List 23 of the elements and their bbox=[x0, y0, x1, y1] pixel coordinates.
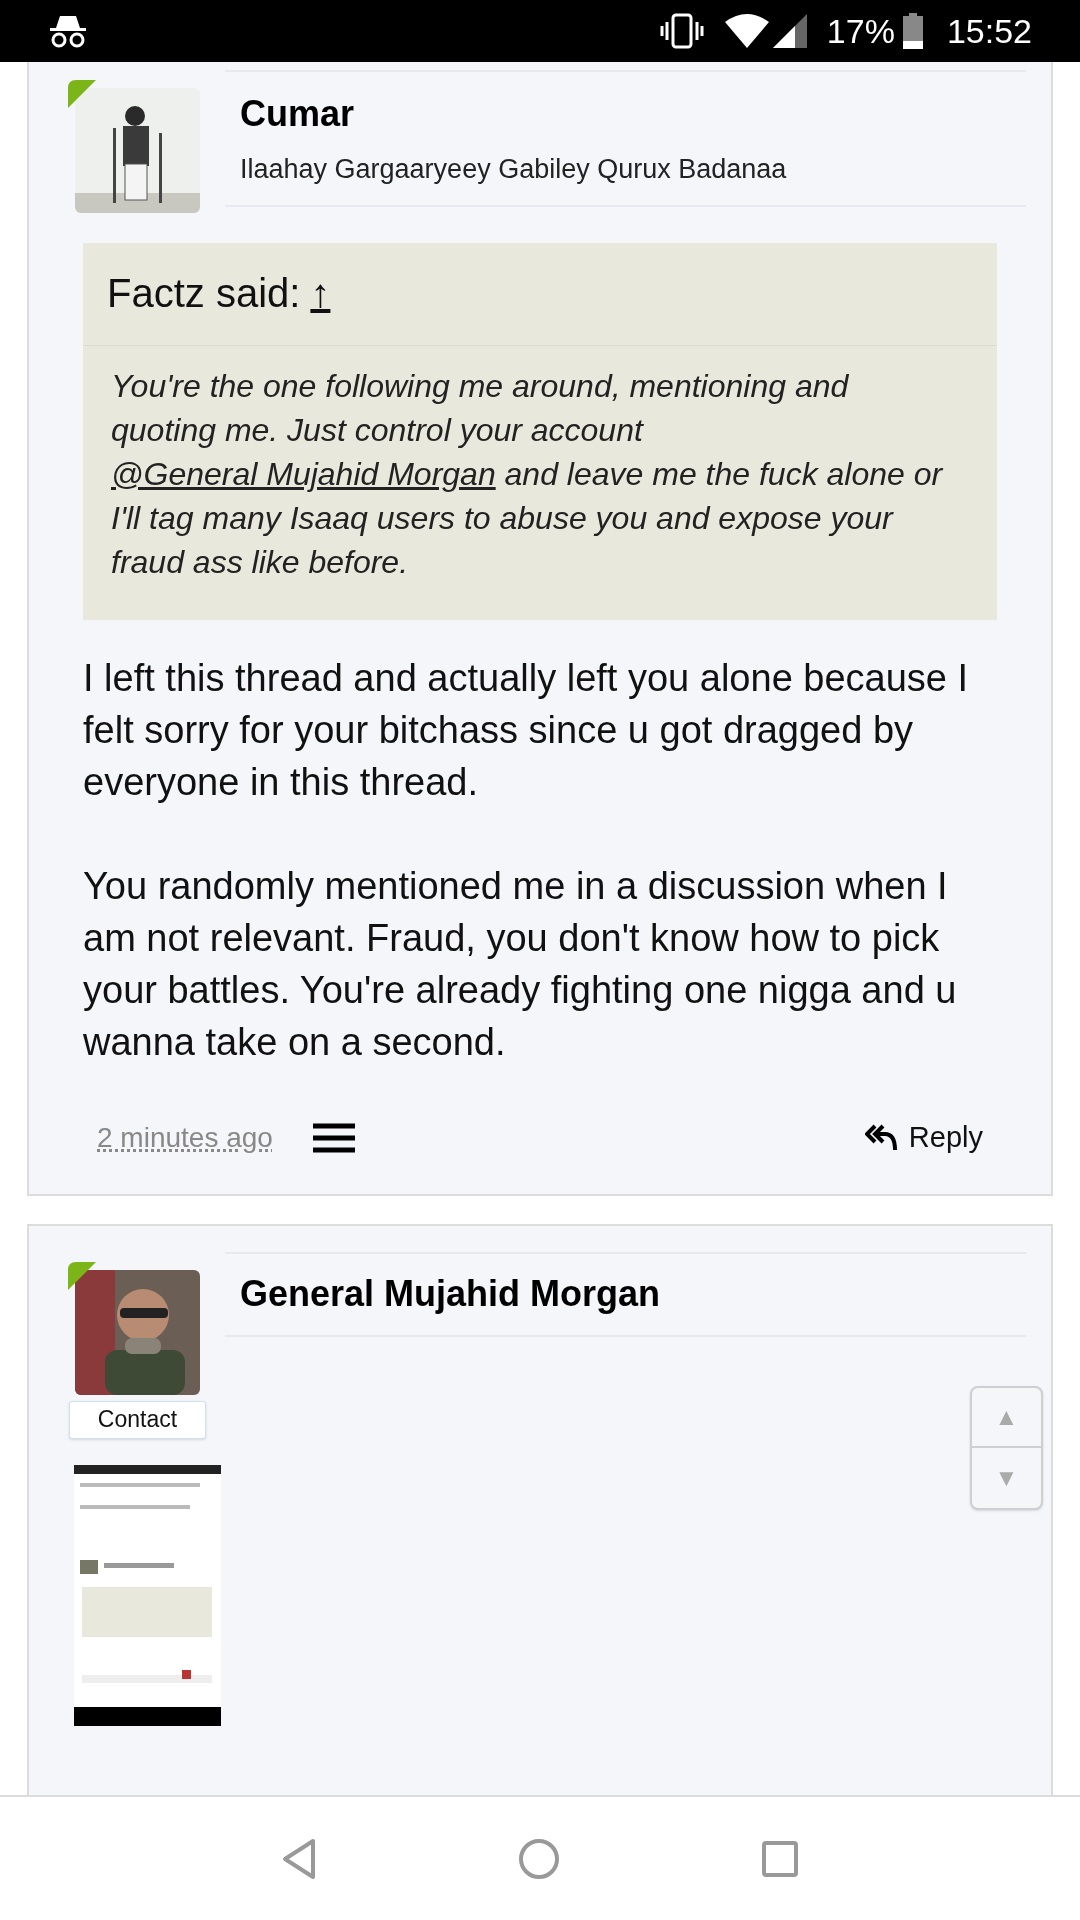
quote-author: Factz said: bbox=[107, 270, 301, 317]
contact-button[interactable]: Contact bbox=[69, 1400, 206, 1439]
reply-button[interactable]: Reply bbox=[864, 1116, 983, 1160]
reply-icon bbox=[864, 1123, 897, 1152]
recents-icon[interactable] bbox=[761, 1839, 800, 1878]
clock: 15:52 bbox=[946, 10, 1032, 52]
signal-icon bbox=[772, 14, 807, 48]
menu-icon[interactable] bbox=[312, 1122, 355, 1153]
back-icon[interactable] bbox=[280, 1837, 317, 1880]
mention-link[interactable]: @General Mujahid Morgan bbox=[111, 456, 496, 492]
post-text: You randomly mentioned me in a discussion when I am not relevant. Fraud, you don't know how to pick your battles. You're already fighting one nigga and u wanna take on a second. bbox=[83, 864, 958, 1065]
battery-percentage: 17% bbox=[826, 10, 895, 52]
author-title: Ilaahay Gargaaryeey Gabiley Qurux Badanaa bbox=[240, 153, 788, 187]
incognito-icon bbox=[48, 14, 88, 48]
post-text: I left this thread and actually left you alone because I felt sorry for your bitchass since u got dragged by everyone in this thread. bbox=[83, 656, 970, 805]
vibrate-icon bbox=[658, 13, 705, 49]
author-name[interactable]: General Mujahid Morgan bbox=[240, 1267, 661, 1321]
home-icon[interactable] bbox=[518, 1837, 560, 1880]
quote-text: You're the one following me around, mentioning and quoting me. Just control your account @General Mujahid Morgan and leave me the fuck alone or I'll tag many Isaaq users to abuse you and expose your fraud ass like before. bbox=[111, 367, 944, 582]
author-name[interactable]: Cumar bbox=[240, 87, 1026, 142]
jump-to-quote-link[interactable]: ↑ bbox=[310, 263, 331, 323]
wifi-icon bbox=[724, 14, 769, 48]
battery-icon bbox=[902, 13, 923, 49]
